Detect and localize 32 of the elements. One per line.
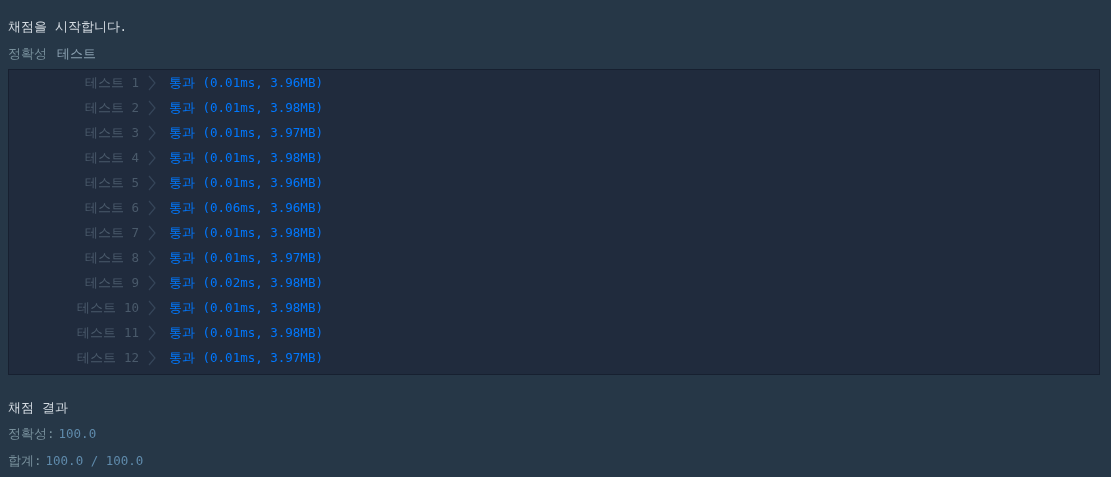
chevron-icon <box>147 125 157 141</box>
test-result: 통과 (0.02ms, 3.98MB) <box>169 273 323 292</box>
chevron-icon <box>147 200 157 216</box>
test-result: 통과 (0.01ms, 3.97MB) <box>169 123 323 142</box>
summary-value: 100.0 / 100.0 <box>45 452 144 470</box>
chevron-icon <box>147 100 157 116</box>
chevron-icon <box>147 250 157 266</box>
section-label: 테스트 <box>57 44 96 63</box>
chevron-icon <box>147 350 157 366</box>
test-result: 통과 (0.01ms, 3.98MB) <box>169 298 323 317</box>
test-result: 통과 (0.01ms, 3.97MB) <box>169 248 323 267</box>
summary-label: 합계: <box>8 452 42 470</box>
chevron-icon <box>147 300 157 316</box>
chevron-icon <box>147 150 157 166</box>
test-result: 통과 (0.01ms, 3.98MB) <box>169 323 323 342</box>
chevron-icon <box>147 275 157 291</box>
test-result: 통과 (0.01ms, 3.96MB) <box>169 73 323 92</box>
chevron-icon <box>147 175 157 191</box>
test-result: 통과 (0.01ms, 3.98MB) <box>169 98 323 117</box>
chevron-icon <box>147 325 157 341</box>
chevron-icon <box>147 75 157 91</box>
test-result: 통과 (0.01ms, 3.98MB) <box>169 148 323 167</box>
section-label: 정확성 <box>8 44 47 63</box>
heading-text: 채점을 시작합니다. <box>8 18 129 36</box>
summary-label: 정확성: <box>8 425 55 444</box>
summary-value: 100.0 <box>58 425 97 444</box>
test-result: 통과 (0.01ms, 3.97MB) <box>169 348 323 367</box>
result-title: 채점 결과 <box>8 398 69 417</box>
chevron-icon <box>147 225 157 241</box>
test-result: 통과 (0.01ms, 3.98MB) <box>169 223 323 242</box>
test-result: 통과 (0.01ms, 3.96MB) <box>169 173 323 192</box>
test-result: 통과 (0.06ms, 3.96MB) <box>169 198 323 217</box>
